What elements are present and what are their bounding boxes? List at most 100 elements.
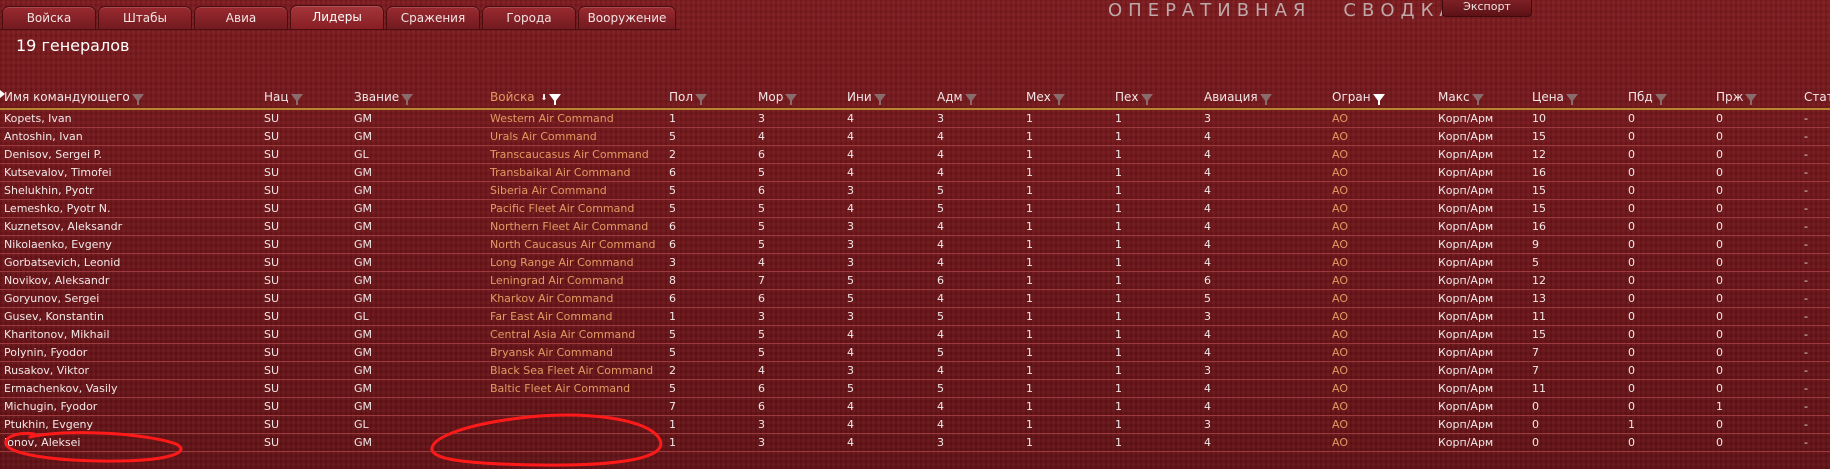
cell-troops[interactable]: Northern Fleet Air Command [486, 217, 665, 236]
filter-icon[interactable] [1654, 93, 1667, 105]
table-row[interactable]: Michugin, Fyodor SU GM 7 6 4 4 1 1 4 AO Корп/Арм 0 0 1… [0, 397, 1830, 416]
table-row[interactable]: Polynin, Fyodor SU GM Bryansk Air Command 5 5… [0, 343, 1830, 362]
filter-icon[interactable] [695, 93, 708, 105]
cell-commander-name[interactable]: Ptukhin, Evgeny [0, 415, 260, 434]
cell-commander-name[interactable]: Rusakov, Viktor [0, 361, 260, 380]
cell-troops[interactable]: Western Air Command [486, 109, 665, 128]
cell-commander-name[interactable]: Polynin, Fyodor [0, 343, 260, 362]
filter-icon[interactable] [401, 93, 414, 105]
table-row[interactable]: Gusev, Konstantin SU GL Far East Air Comman… [0, 307, 1830, 326]
table-row[interactable]: Kopets, Ivan SU GM Western Air Command 1 3 4 3 1… [0, 109, 1830, 128]
table-row[interactable]: Shelukhin, Pyotr SU GM Siberia Air Command 5… [0, 181, 1830, 200]
tab-2[interactable]: Штабы [98, 6, 192, 30]
cell-troops[interactable]: Pacific Fleet Air Command [486, 199, 665, 218]
filter-icon[interactable] [964, 93, 977, 105]
cell-commander-name[interactable]: Kharitonov, Mikhail [0, 325, 260, 344]
column-header-6[interactable]: Мор [754, 86, 843, 110]
column-header-12[interactable]: Огран [1328, 86, 1434, 110]
export-button[interactable]: Экспорт [1442, 0, 1532, 17]
cell-commander-name[interactable]: Antoshin, Ivan [0, 127, 260, 146]
cell-troops[interactable]: Siberia Air Command [486, 181, 665, 200]
table-row[interactable]: Denisov, Sergei P. SU GL Transcaucasus Air … [0, 145, 1830, 164]
filter-icon[interactable] [549, 93, 562, 105]
filter-icon[interactable] [1471, 93, 1484, 105]
filter-icon[interactable] [290, 93, 303, 105]
cell-commander-name[interactable]: Lemeshko, Pyotr N. [0, 199, 260, 218]
column-header-16[interactable]: Прж [1712, 86, 1800, 110]
cell-troops[interactable]: Bryansk Air Command [486, 343, 665, 362]
cell-commander-name[interactable]: Shelukhin, Pyotr [0, 181, 260, 200]
column-header-11[interactable]: Авиация [1200, 86, 1328, 110]
cell-commander-name[interactable]: Gusev, Konstantin [0, 307, 260, 326]
table-row[interactable]: Nikolaenko, Evgeny SU GM North Caucasus Air… [0, 235, 1830, 254]
cell-commander-name[interactable]: Michugin, Fyodor [0, 397, 260, 416]
filter-icon[interactable] [1372, 93, 1385, 105]
filter-icon[interactable] [131, 93, 144, 105]
column-header-1[interactable]: Имя командующего [0, 86, 260, 110]
table-row[interactable]: Kuznetsov, Aleksandr SU GM Northern Fleet A… [0, 217, 1830, 236]
sort-descending-icon[interactable]: ⬇ [541, 93, 548, 102]
tab-5[interactable]: Сражения [386, 6, 480, 30]
cell-commander-name[interactable]: Denisov, Sergei P. [0, 145, 260, 164]
cell-troops[interactable]: Black Sea Fleet Air Command [486, 361, 665, 380]
filter-icon[interactable] [1140, 93, 1153, 105]
cell-col-13: Корп/Арм [1434, 415, 1528, 434]
table-row[interactable]: Ionov, Aleksei SU GM 1 3 4 3 1 1 4 AO Корп/Арм 0 0 0- [0, 433, 1830, 452]
filter-icon[interactable] [1259, 93, 1272, 105]
table-row[interactable]: Kutsevalov, Timofei SU GM Transbaikal Air C… [0, 163, 1830, 182]
table-row[interactable]: Ermachenkov, Vasily SU GM Baltic Fleet Air … [0, 379, 1830, 398]
column-header-14[interactable]: Цена [1528, 86, 1624, 110]
column-header-2[interactable]: Нац [260, 86, 350, 110]
cell-troops[interactable]: North Caucasus Air Command [486, 235, 665, 254]
filter-icon[interactable] [1565, 93, 1578, 105]
cell-commander-name[interactable]: Kutsevalov, Timofei [0, 163, 260, 182]
cell-commander-name[interactable]: Ionov, Aleksei [0, 433, 260, 452]
tab-3[interactable]: Авиа [194, 6, 288, 30]
table-row[interactable]: Novikov, Aleksandr SU GM Leningrad Air Comm… [0, 271, 1830, 290]
cell-troops[interactable]: Kharkov Air Command [486, 289, 665, 308]
table-row[interactable]: Antoshin, Ivan SU GM Urals Air Command 5 4 4 4 1… [0, 127, 1830, 146]
filter-icon[interactable] [1745, 93, 1758, 105]
table-row[interactable]: Gorbatsevich, Leonid SU GM Long Range Air C… [0, 253, 1830, 272]
table-row[interactable]: Goryunov, Sergei SU GM Kharkov Air Command 6… [0, 289, 1830, 308]
filter-icon[interactable] [785, 93, 798, 105]
cell-troops[interactable]: Leningrad Air Command [486, 271, 665, 290]
cell-troops[interactable]: Central Asia Air Command [486, 325, 665, 344]
table-row[interactable]: Kharitonov, Mikhail SU GM Central Asia Air … [0, 325, 1830, 344]
tab-4[interactable]: Лидеры [290, 5, 384, 30]
cell-troops[interactable]: Far East Air Command [486, 307, 665, 326]
tab-1[interactable]: Войска [2, 6, 96, 30]
filter-icon[interactable] [1052, 93, 1065, 105]
cell-troops[interactable]: Transcaucasus Air Command [486, 145, 665, 164]
column-header-17[interactable]: Стат [1800, 86, 1830, 110]
column-header-9[interactable]: Мех [1022, 86, 1111, 110]
filter-icon[interactable] [873, 93, 886, 105]
tab-6[interactable]: Города [482, 6, 576, 30]
cell-troops[interactable]: Baltic Fleet Air Command [486, 379, 665, 398]
cell-troops[interactable] [486, 415, 665, 434]
cell-commander-name[interactable]: Novikov, Aleksandr [0, 271, 260, 290]
cell-commander-name[interactable]: Nikolaenko, Evgeny [0, 235, 260, 254]
cell-troops[interactable]: Transbaikal Air Command [486, 163, 665, 182]
table-row[interactable]: Ptukhin, Evgeny SU GL 1 3 4 4 1 1 3 AO Корп/Арм 0 1 0- [0, 415, 1830, 434]
column-header-5[interactable]: Пол [665, 86, 754, 110]
cell-commander-name[interactable]: Kuznetsov, Aleksandr [0, 217, 260, 236]
cell-troops[interactable]: Long Range Air Command [486, 253, 665, 272]
cell-commander-name[interactable]: Ermachenkov, Vasily [0, 379, 260, 398]
column-header-8[interactable]: Адм [933, 86, 1022, 110]
column-header-10[interactable]: Пех [1111, 86, 1200, 110]
cell-troops[interactable] [486, 397, 665, 416]
column-header-3[interactable]: Звание [350, 86, 486, 110]
cell-commander-name[interactable]: Gorbatsevich, Leonid [0, 253, 260, 272]
column-header-7[interactable]: Ини [843, 86, 933, 110]
cell-commander-name[interactable]: Goryunov, Sergei [0, 289, 260, 308]
column-header-13[interactable]: Макс [1434, 86, 1528, 110]
cell-troops[interactable]: Urals Air Command [486, 127, 665, 146]
column-header-15[interactable]: Пбд [1624, 86, 1712, 110]
tab-7[interactable]: Вооружение [578, 6, 676, 30]
table-row[interactable]: Rusakov, Viktor SU GM Black Sea Fleet Air C… [0, 361, 1830, 380]
cell-commander-name[interactable]: Kopets, Ivan [0, 109, 260, 128]
table-row[interactable]: Lemeshko, Pyotr N. SU GM Pacific Fleet Air … [0, 199, 1830, 218]
column-header-4[interactable]: Войска ⬇ [486, 86, 665, 110]
cell-troops[interactable] [486, 433, 665, 452]
